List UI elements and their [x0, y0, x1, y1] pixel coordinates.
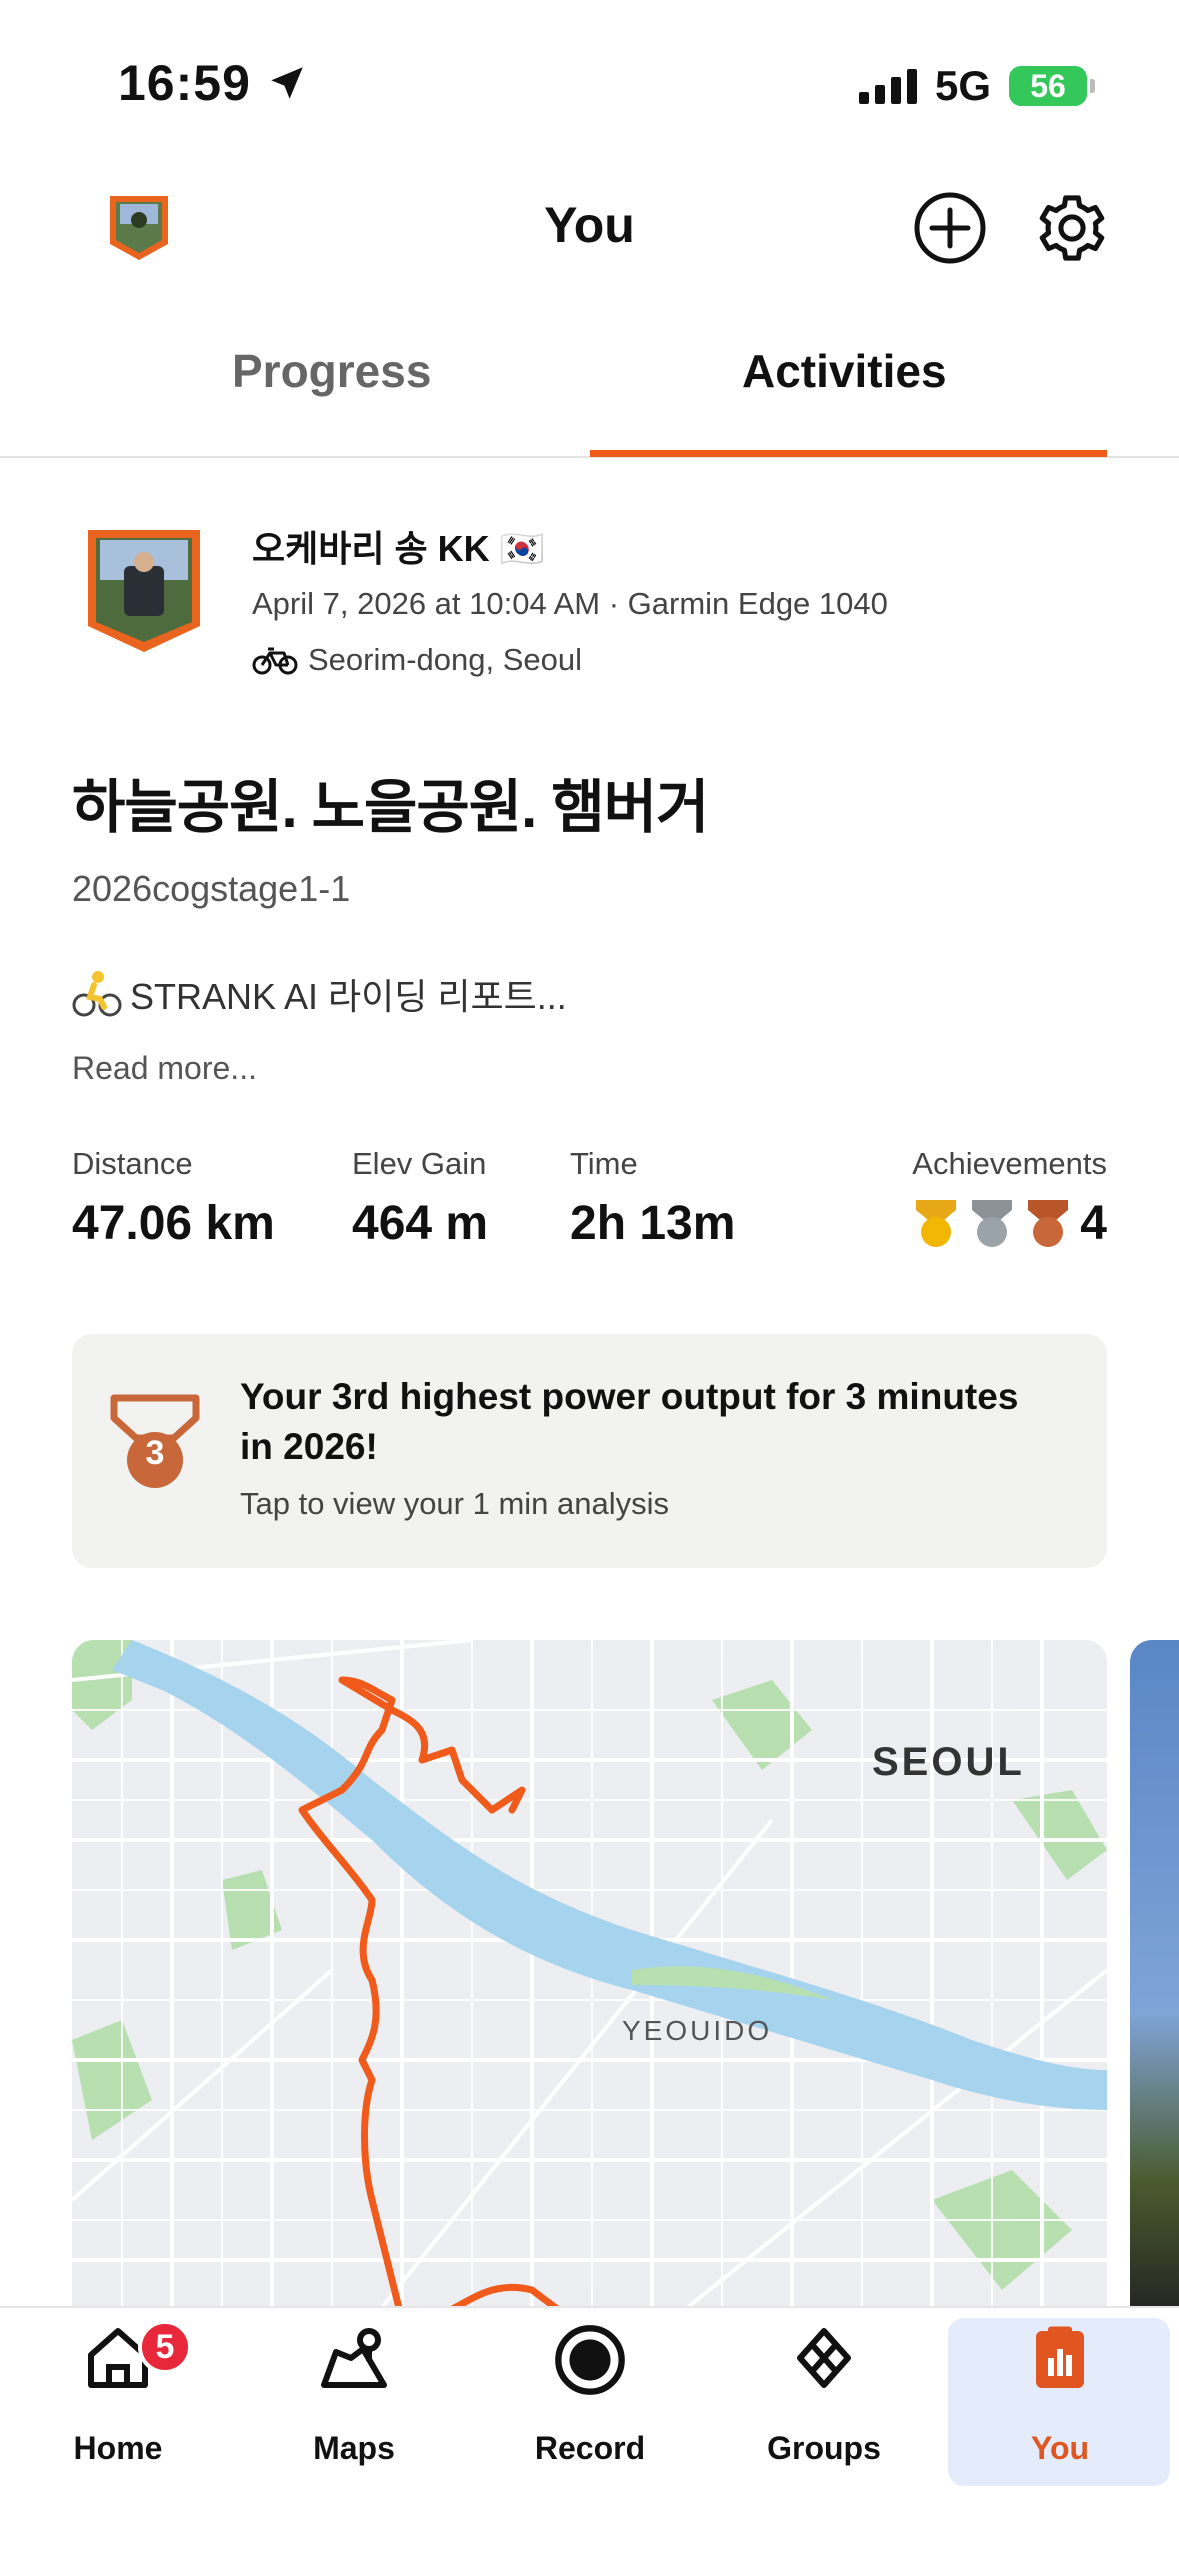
cyclist-emoji-icon	[72, 971, 122, 1017]
active-tab-indicator	[590, 450, 1107, 457]
activity-subtitle: 2026cogstage1-1	[72, 868, 351, 909]
achievement-count: 4	[1080, 1197, 1107, 1250]
athlete-avatar-shield-icon	[88, 530, 200, 652]
tabbar-maps[interactable]: Maps	[236, 2308, 472, 2488]
stat-label-time: Time	[570, 1146, 638, 1181]
status-time-text: 16:59	[118, 55, 251, 111]
gold-medal-icon	[916, 1199, 957, 1247]
activity-description: STRANK AI 라이딩 리포트...	[72, 968, 567, 1020]
map-label-yeouido: YEOUIDO	[622, 2015, 772, 2046]
home-notification-badge: 5	[138, 2320, 192, 2374]
record-icon	[555, 2325, 625, 2395]
read-more-link[interactable]: Read more...	[72, 1050, 257, 1087]
location-text: Seorim-dong, Seoul	[308, 642, 582, 677]
athlete-name[interactable]: 오케바리 송 KK 🇰🇷	[252, 520, 544, 572]
signal-icon	[858, 68, 917, 104]
achievement-subtitle: Tap to view your 1 min analysis	[240, 1486, 670, 1521]
add-button[interactable]	[912, 190, 988, 266]
tabbar-you[interactable]: You	[942, 2308, 1178, 2488]
tabbar-home[interactable]: 5 Home	[0, 2308, 236, 2488]
medal-number: 3	[145, 1434, 165, 1472]
activity-location: Seorim-dong, Seoul	[252, 642, 582, 678]
stat-label-achievements: Achievements	[912, 1146, 1107, 1181]
bike-icon	[252, 647, 298, 675]
status-time: 16:59	[118, 54, 308, 112]
tabbar-home-label: Home	[73, 2430, 163, 2466]
tabbar-groups[interactable]: Groups	[706, 2308, 942, 2488]
description-text: STRANK AI 라이딩 리포트...	[130, 976, 567, 1017]
stat-value-distance: 47.06 km	[72, 1197, 275, 1250]
tab-progress[interactable]: Progress	[232, 344, 431, 398]
tabbar-you-label: You	[1030, 2430, 1090, 2466]
stat-value-elevation: 464 m	[352, 1197, 489, 1250]
silver-medal-icon	[972, 1199, 1013, 1247]
tabbar-maps-label: Maps	[313, 2430, 395, 2466]
achievement-card[interactable]: 3 Your 3rd highest power output for 3 mi…	[72, 1334, 1107, 1568]
activity-title[interactable]: 하늘공원. 노을공원. 햄버거	[72, 760, 709, 844]
map-pin-icon	[321, 2328, 387, 2388]
page-title: You	[544, 197, 635, 253]
activity-photo-preview[interactable]	[1130, 1640, 1179, 2320]
groups-icon	[797, 2328, 851, 2388]
tabbar-groups-label: Groups	[767, 2430, 881, 2466]
plus-circle-icon	[914, 192, 986, 264]
location-arrow-icon	[271, 67, 303, 99]
stat-label-elevation: Elev Gain	[352, 1146, 487, 1181]
achievement-title: Your 3rd highest power output for 3 minu…	[240, 1376, 1019, 1467]
gear-icon	[1039, 195, 1105, 261]
you-clipboard-chart-icon	[1036, 2326, 1084, 2388]
settings-button[interactable]	[1034, 190, 1110, 266]
activity-meta: April 7, 2026 at 10:04 AM · Garmin Edge …	[252, 586, 888, 621]
stat-label-distance: Distance	[72, 1146, 193, 1181]
achievements-summary[interactable]: 4	[912, 1196, 1107, 1251]
tab-bar-top: Progress Activities	[0, 330, 1179, 458]
activity-map[interactable]: SEOUL YEOUIDO	[72, 1640, 1107, 2320]
map-label-seoul: SEOUL	[872, 1740, 1025, 1784]
stat-value-time: 2h 13m	[570, 1197, 736, 1250]
tab-activities[interactable]: Activities	[742, 344, 947, 398]
network-type: 5G	[934, 62, 991, 109]
athlete-avatar[interactable]	[84, 526, 204, 656]
tabbar-record[interactable]: Record	[472, 2308, 708, 2488]
bottom-tab-bar: 5 Home Maps Record Groups You	[0, 2306, 1179, 2556]
battery-icon: 56	[1009, 66, 1095, 106]
route-map: SEOUL YEOUIDO	[72, 1640, 1107, 2320]
bronze-medal-icon	[1028, 1199, 1069, 1247]
status-indicators: 5G 56	[858, 62, 1095, 110]
battery-level: 56	[1030, 67, 1066, 104]
tabbar-record-label: Record	[534, 2430, 646, 2466]
